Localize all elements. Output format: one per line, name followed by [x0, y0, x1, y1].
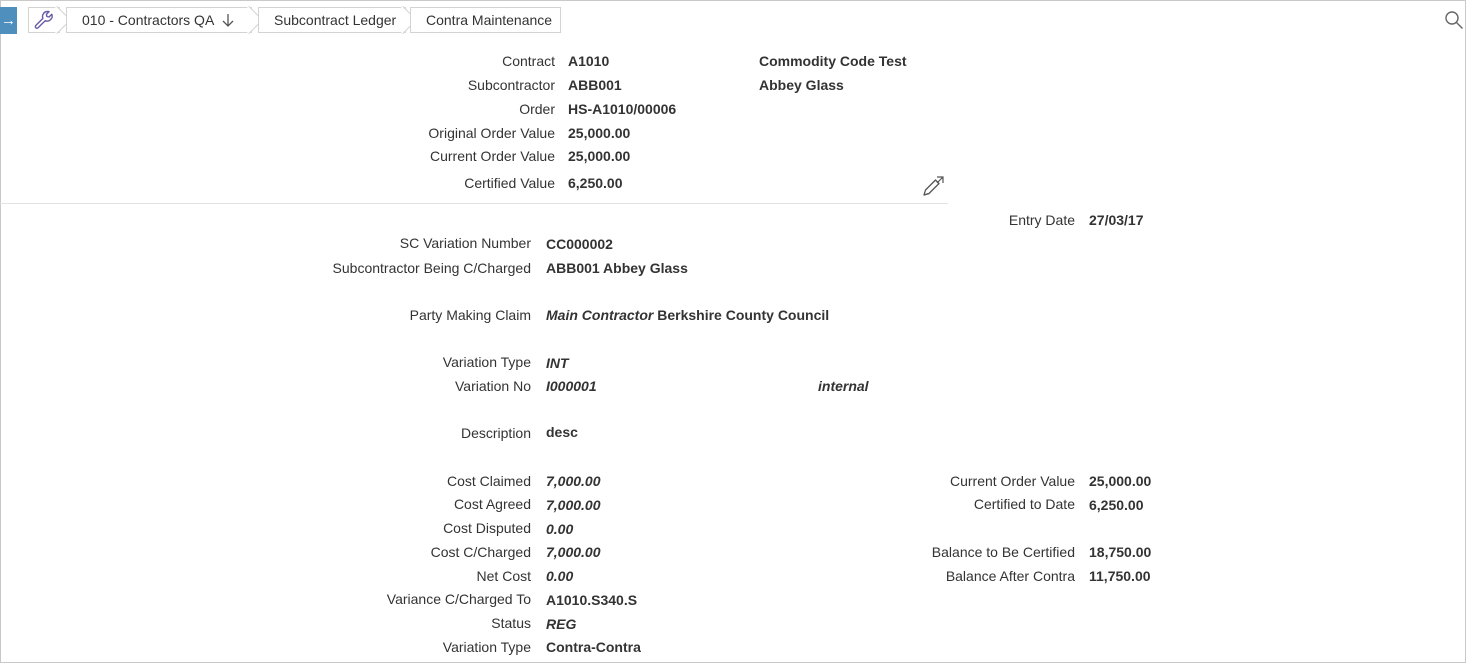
summary-current-order-value-label: Current Order Value — [949, 473, 1075, 489]
balance-after-contra-label: Balance After Contra — [945, 568, 1075, 584]
contract-value: A1010 — [568, 53, 610, 69]
variance-charged-to-value: A1010.S340.S — [546, 592, 638, 608]
current-order-value: 25,000.00 — [568, 148, 631, 164]
arrow-right-icon: → — [1, 12, 16, 29]
cost-disputed-label: Cost Disputed — [443, 520, 531, 536]
breadcrumb-tools[interactable] — [28, 5, 72, 35]
cost-agreed-label: Cost Agreed — [453, 496, 531, 512]
certified-value-label: Certified Value — [464, 175, 555, 191]
variation-type2-value: Contra-Contra — [546, 639, 641, 655]
cost-agreed-value: 7,000.00 — [546, 497, 601, 513]
certified-to-date-value: 6,250.00 — [1089, 497, 1144, 513]
party-making-claim-value: Main Contractor Berkshire County Council — [546, 307, 829, 323]
cost-disputed-value: 0.00 — [546, 521, 574, 537]
arrow-down-icon[interactable] — [221, 12, 235, 28]
breadcrumb-company[interactable]: 010 - Contractors QA — [66, 5, 264, 35]
subcontractor-value: ABB001 — [568, 77, 622, 93]
cost-claimed-label: Cost Claimed — [446, 473, 531, 489]
subcontractor-charged-label: Subcontractor Being C/Charged — [332, 260, 531, 276]
certified-value: 6,250.00 — [568, 175, 623, 191]
cost-ccharged-value: 7,000.00 — [546, 544, 601, 560]
description-value: desc — [546, 424, 578, 440]
sc-variation-number-value: CC000002 — [546, 236, 613, 252]
subcontractor-charged-value: ABB001 Abbey Glass — [546, 260, 688, 276]
original-order-value: 25,000.00 — [568, 125, 631, 141]
breadcrumb-ledger-label: Subcontract Ledger — [274, 12, 397, 28]
certified-to-date-label: Certified to Date — [973, 496, 1075, 512]
balance-to-be-certified-value: 18,750.00 — [1089, 544, 1152, 560]
party-type: Main Contractor — [546, 307, 654, 323]
window-frame — [0, 0, 1466, 663]
entry-date-label: Entry Date — [1008, 212, 1075, 228]
breadcrumb-company-label: 010 - Contractors QA — [82, 12, 215, 28]
cost-ccharged-label: Cost C/Charged — [430, 544, 531, 560]
original-order-value-label: Original Order Value — [428, 125, 555, 141]
current-order-value-label: Current Order Value — [429, 148, 555, 164]
variance-charged-to-label: Variance C/Charged To — [386, 591, 531, 607]
variation-type-value: INT — [546, 355, 569, 371]
variation-no-label: Variation No — [454, 378, 531, 394]
variation-no-value: I000001 — [546, 378, 597, 394]
breadcrumb-subcontract-ledger[interactable]: Subcontract Ledger — [258, 5, 418, 35]
pencil-expand-icon[interactable] — [920, 174, 946, 200]
breadcrumb-page-label: Contra Maintenance — [426, 12, 553, 28]
balance-to-be-certified-label: Balance to Be Certified — [931, 544, 1075, 560]
party-name: Berkshire County Council — [657, 307, 830, 323]
description-label: Description — [460, 425, 531, 441]
wrench-icon — [34, 10, 53, 29]
variation-type-label: Variation Type — [442, 354, 531, 370]
search-icon[interactable] — [1444, 10, 1464, 30]
net-cost-label: Net Cost — [476, 568, 531, 584]
contract-description: Commodity Code Test — [759, 53, 907, 69]
variation-type2-label: Variation Type — [442, 639, 531, 655]
summary-current-order-value: 25,000.00 — [1089, 473, 1152, 489]
status-value: REG — [546, 616, 577, 632]
net-cost-value: 0.00 — [546, 568, 574, 584]
variation-no-description: internal — [818, 378, 869, 394]
party-making-claim-label: Party Making Claim — [409, 307, 531, 323]
balance-after-contra-value: 11,750.00 — [1089, 568, 1151, 584]
nav-toggle-button[interactable]: → — [0, 7, 17, 34]
order-label: Order — [519, 101, 555, 117]
contract-label: Contract — [502, 53, 555, 69]
section-divider — [0, 203, 948, 204]
breadcrumb-contra-maintenance[interactable]: Contra Maintenance — [410, 7, 561, 33]
cost-claimed-value: 7,000.00 — [546, 473, 601, 489]
subcontractor-label: Subcontractor — [467, 77, 555, 93]
order-value: HS-A1010/00006 — [568, 101, 677, 117]
status-label: Status — [491, 615, 531, 631]
subcontractor-description: Abbey Glass — [759, 77, 844, 93]
sc-variation-number-label: SC Variation Number — [399, 235, 531, 251]
entry-date-value: 27/03/17 — [1089, 212, 1144, 228]
